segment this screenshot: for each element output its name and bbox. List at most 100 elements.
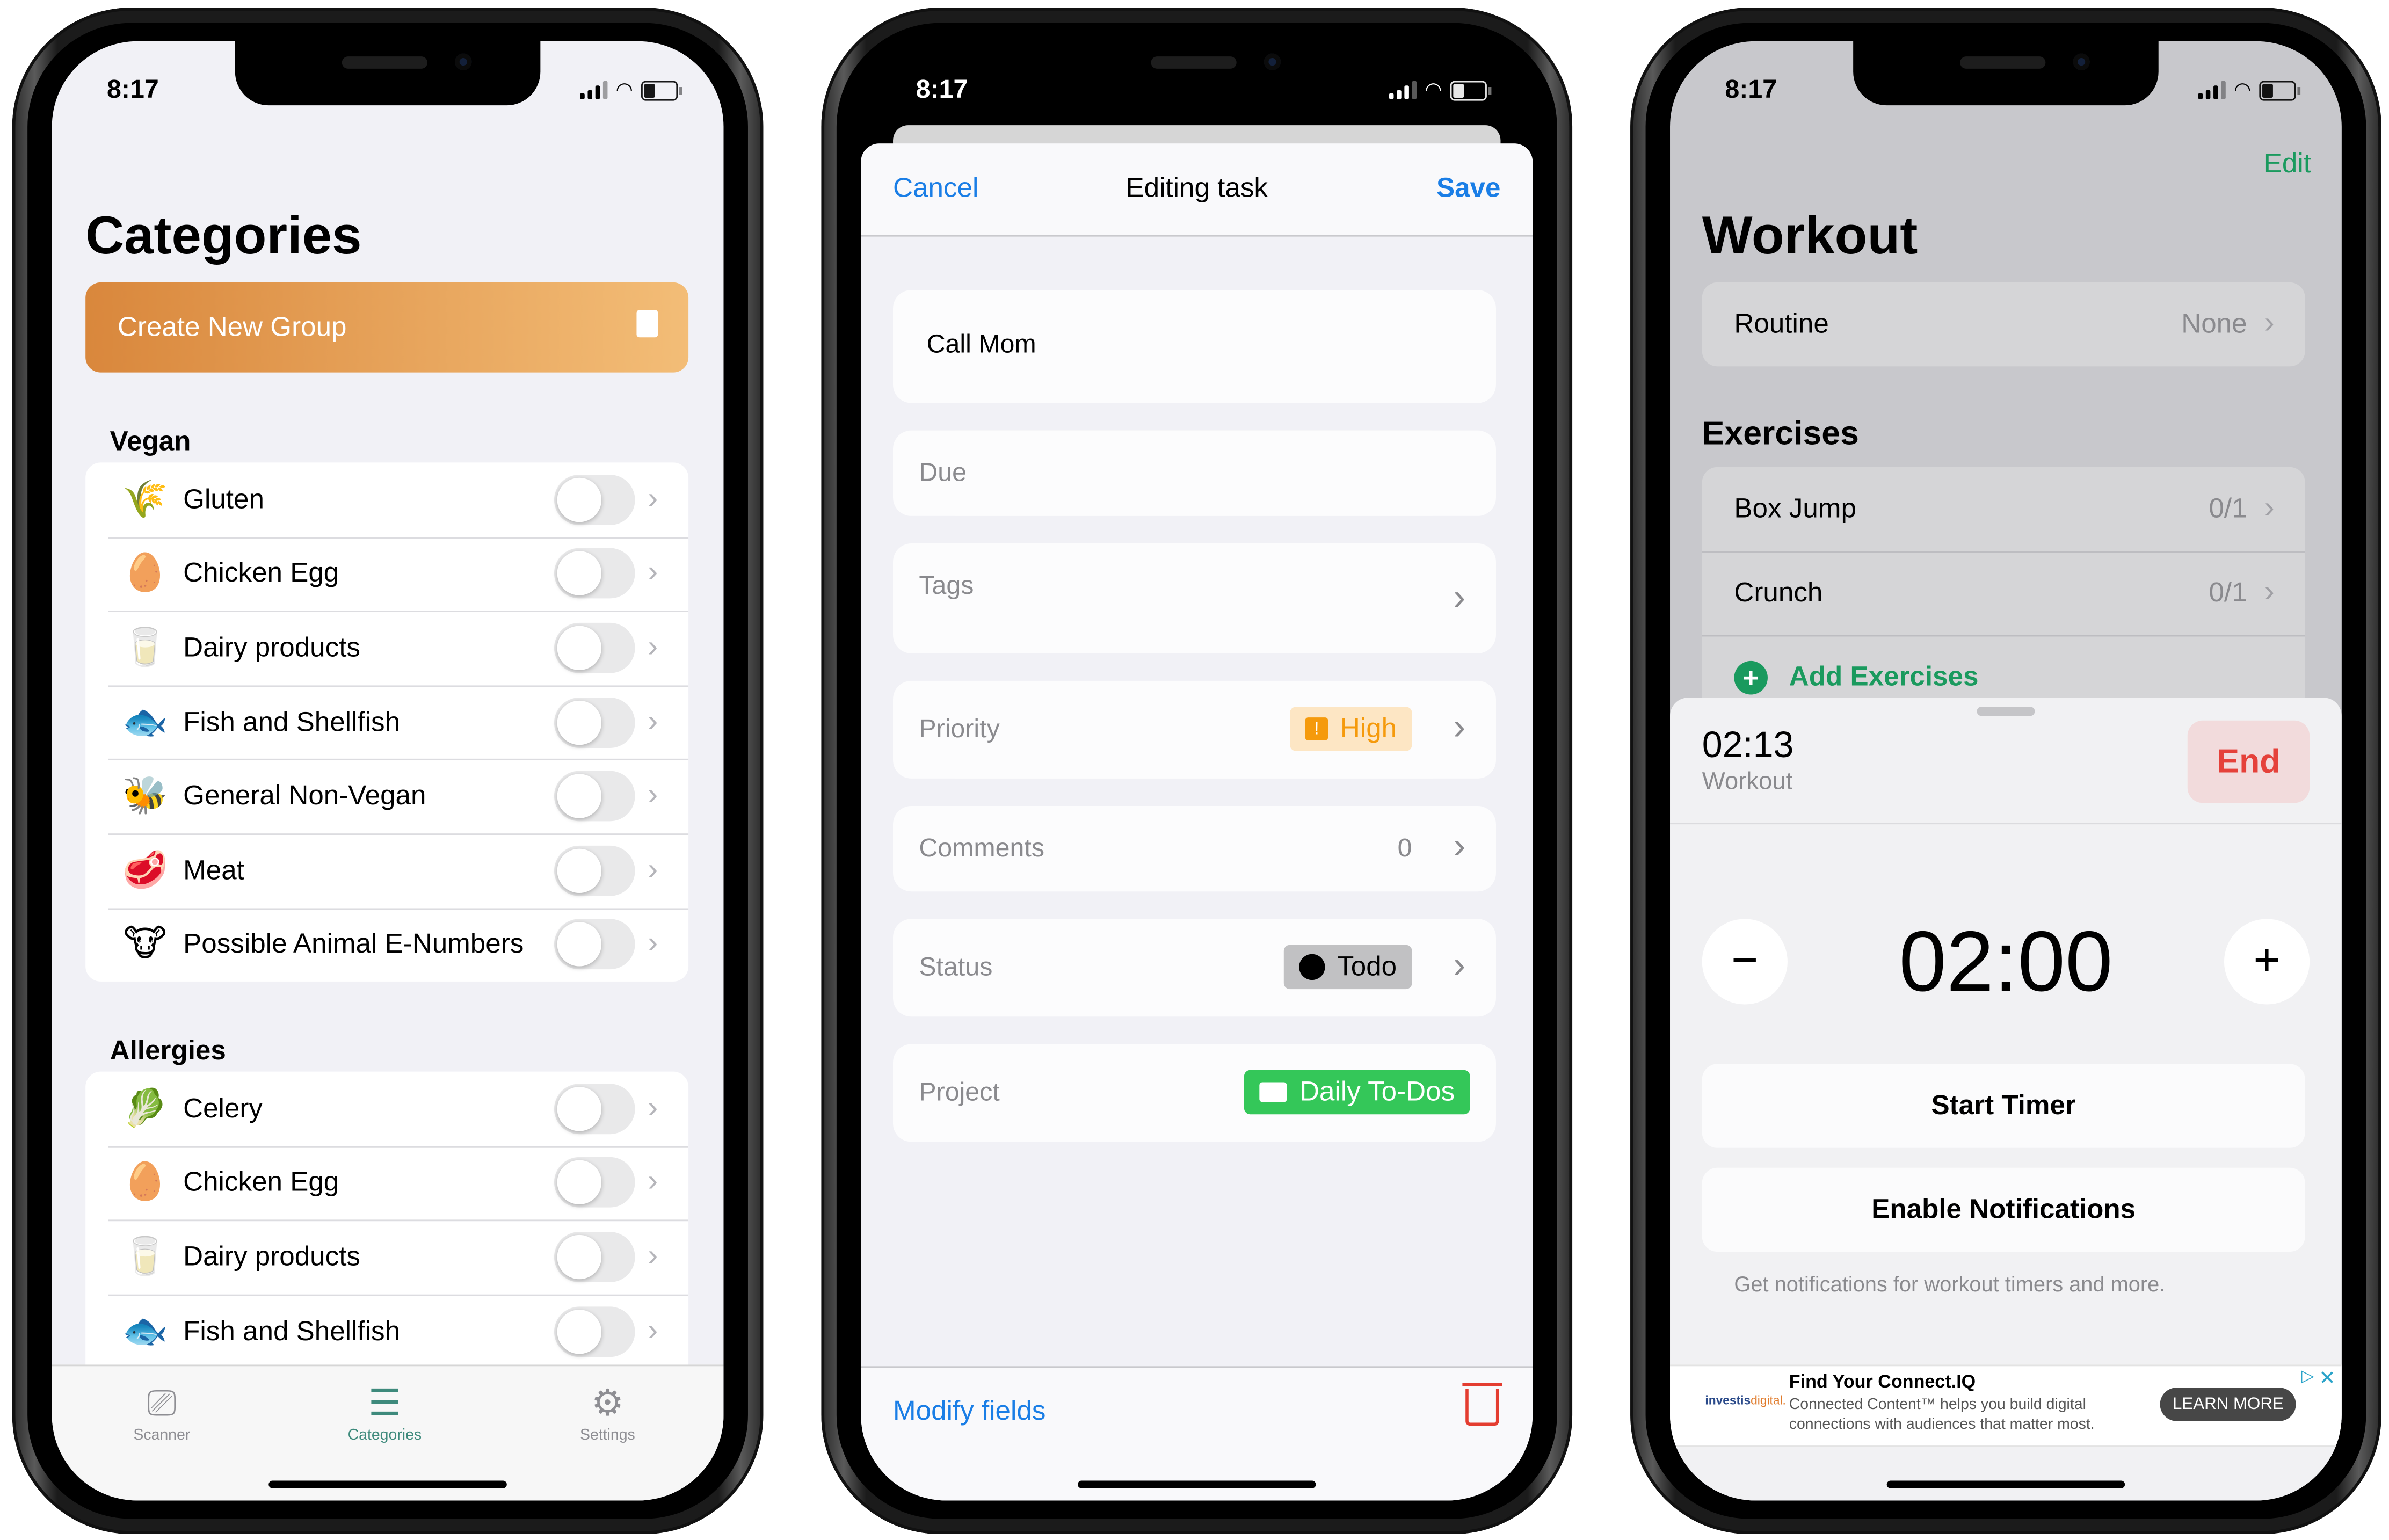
trash-icon[interactable] [1462,1383,1502,1426]
save-button[interactable]: Save [1436,172,1501,205]
vegan-list: 🌾 Gluten › 🥚 Chicken Egg › 🥛 Dairy products › 🐟 Fi… [85,462,689,982]
status-bar: 8:17 ◠ [861,69,1533,105]
wifi-icon: ◠ [2234,77,2250,101]
list-item[interactable]: 🥚 Chicken Egg › [85,1145,689,1220]
status-time: 8:17 [1725,75,1777,104]
wifi-icon: ◠ [616,77,632,101]
learn-more-button[interactable]: LEARN MORE [2160,1388,2296,1421]
category-label: Meat [183,854,244,885]
chevron-right-icon: › [1453,945,1466,986]
status-dot-icon [1299,954,1325,980]
list-item[interactable]: 🥚 Chicken Egg › [85,536,689,611]
list-item[interactable]: 🐟 Fish and Shellfish › [85,1294,689,1368]
exercise-name: Box Jump [1734,493,1856,524]
tags-label: Tags [919,571,974,600]
home-indicator [1078,1480,1316,1488]
status-field[interactable]: Status Todo › [893,919,1496,1017]
list-item[interactable]: 🥛 Dairy products › [85,1219,689,1294]
task-name-field[interactable]: Call Mom [893,290,1496,403]
battery-icon [1450,80,1492,100]
comments-label: Comments [919,833,1045,863]
category-toggle[interactable] [554,845,635,896]
close-ad-icon[interactable]: ✕ [2319,1366,2335,1390]
comments-field[interactable]: Comments 0 › [893,805,1496,892]
ad-headline: Find Your Connect.IQ [1789,1370,1976,1392]
chevron-right-icon: › [1453,707,1466,748]
start-timer-button[interactable]: Start Timer [1702,1064,2305,1148]
category-label: Fish and Shellfish [183,1315,401,1346]
signal-icon [1389,81,1417,99]
tab-settings[interactable]: ⚙ Settings [516,1382,699,1444]
exercise-row[interactable]: Box Jump 0/1 › [1702,467,2305,551]
list-item[interactable]: 🥬 Celery › [85,1072,688,1146]
routine-value: None [2181,308,2247,339]
modify-fields-button[interactable]: Modify fields [893,1395,1045,1427]
list-item[interactable]: 🌾 Gluten › [85,462,688,536]
due-field[interactable]: Due [893,430,1496,516]
edit-button[interactable]: Edit [2264,148,2311,180]
exercise-progress: 0/1 [2209,493,2247,524]
workout-subtitle: Workout [1702,769,1793,796]
list-item[interactable]: 🐮 Possible Animal E-Numbers › [85,907,689,982]
chevron-right-icon: › [648,927,658,961]
priority-label: Priority [919,714,1000,744]
chevron-right-icon: › [648,630,658,664]
category-toggle[interactable] [554,474,635,525]
category-label: Chicken Egg [183,1167,339,1197]
category-toggle[interactable] [554,1306,635,1357]
project-field[interactable]: Project Daily To-Dos [893,1044,1496,1142]
end-button[interactable]: End [2187,720,2310,803]
create-new-group-button[interactable]: Create New Group [85,282,689,373]
category-emoji-icon: 🌾 [122,479,168,520]
page-title: Workout [1702,206,1918,266]
status-badge: Todo [1283,945,1412,990]
adchoices-icon[interactable]: ▷ [2301,1366,2314,1386]
category-toggle[interactable] [554,771,635,822]
list-item[interactable]: 🥛 Dairy products › [85,611,689,685]
scanner-icon: ⎚ [147,1383,177,1425]
category-emoji-icon: 🐟 [122,701,168,743]
exercise-progress: 0/1 [2209,577,2247,608]
ad-banner[interactable]: investisdigital. Find Your Connect.IQ Co… [1670,1364,2342,1447]
category-emoji-icon: 🐮 [123,924,167,965]
chevron-right-icon: › [648,853,658,887]
allergies-list: 🥬 Celery › 🥚 Chicken Egg › 🥛 Dairy products › 🐟 Fi… [85,1071,689,1408]
tab-scanner[interactable]: ⎚ Scanner [70,1382,253,1444]
status-bar: 8:17 ◠ [52,69,724,105]
tab-categories[interactable]: ☰ Categories [293,1382,476,1444]
plus-circle-icon: + [1734,660,1768,694]
chevron-right-icon: › [2264,491,2275,525]
list-item[interactable]: 🐟 Fish and Shellfish › [85,685,689,759]
enable-notifications-button[interactable]: Enable Notifications [1702,1167,2305,1252]
task-name-value: Call Mom [926,330,1036,359]
chevron-right-icon: › [2264,575,2275,609]
list-item[interactable]: 🥩 Meat › [85,833,689,907]
chevron-right-icon: › [1453,825,1466,867]
exercise-row[interactable]: Crunch 0/1 › [1702,551,2305,635]
category-emoji-icon: 🥛 [122,1236,168,1278]
category-toggle[interactable] [554,1232,635,1282]
notifications-note: Get notifications for workout timers and… [1734,1272,2166,1296]
exercises-list: Box Jump 0/1 › Crunch 0/1 › + Add Exercises [1702,467,2305,727]
phone-editing-task: 8:17 ◠ Cancel Editing task Save Call Mom… [821,8,1573,1535]
category-toggle[interactable] [554,919,635,970]
category-toggle[interactable] [554,622,635,673]
list-item[interactable]: 🐝 General Non-Vegan › [85,759,689,833]
priority-badge: ! High [1290,707,1412,751]
category-toggle[interactable] [554,696,635,747]
category-toggle[interactable] [554,1157,635,1208]
drag-handle[interactable] [1977,707,2035,716]
tab-label: Categories [347,1427,422,1444]
routine-row[interactable]: Routine None › [1702,282,2305,367]
category-toggle[interactable] [554,1083,635,1134]
category-label: Possible Animal E-Numbers [183,928,524,960]
category-emoji-icon: 🐟 [122,1310,168,1352]
tags-field[interactable]: Tags › [893,543,1496,653]
category-toggle[interactable] [554,548,635,599]
nav-bar: Cancel Editing task Save [861,143,1533,237]
category-label: General Non-Vegan [183,780,426,811]
priority-field[interactable]: Priority ! High › [893,680,1496,779]
timer-panel: 02:13 Workout End − 02:00 + Start Timer … [1670,698,2342,1501]
status-value: Todo [1337,951,1397,982]
increase-timer-button[interactable]: + [2224,919,2310,1005]
